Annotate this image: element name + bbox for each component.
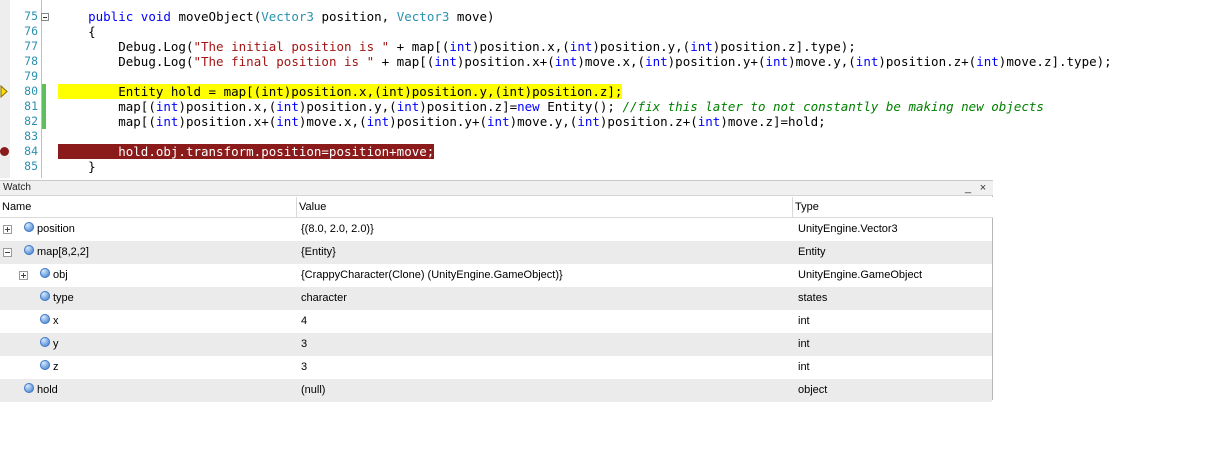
line-number: 81 xyxy=(24,99,38,113)
code-line[interactable]: 83 xyxy=(0,129,1210,144)
watch-type: int xyxy=(798,315,810,327)
line-number: 75 xyxy=(24,9,38,23)
watch-name[interactable]: x xyxy=(53,310,59,333)
line-number: 85 xyxy=(24,159,38,173)
watch-value[interactable]: (null) xyxy=(301,379,325,402)
line-number: 78 xyxy=(24,54,38,68)
code-line[interactable]: 84 hold.obj.transform.position=position+… xyxy=(0,144,1210,159)
watch-row[interactable]: type character states xyxy=(0,287,992,310)
watch-row[interactable]: z 3 int xyxy=(0,356,992,379)
line-number: 84 xyxy=(24,144,38,158)
watch-value[interactable]: {CrappyCharacter(Clone) (UnityEngine.Gam… xyxy=(301,264,563,287)
field-icon xyxy=(24,383,34,393)
watch-name[interactable]: z xyxy=(53,356,59,379)
watch-type: UnityEngine.GameObject xyxy=(798,269,923,281)
watch-title: Watch xyxy=(3,182,31,193)
watch-name[interactable]: map[8,2,2] xyxy=(37,241,89,264)
column-divider[interactable] xyxy=(792,197,793,217)
line-number: 82 xyxy=(24,114,38,128)
code-line[interactable]: 79 xyxy=(0,69,1210,84)
breakpoint-icon[interactable] xyxy=(0,147,9,156)
code-editor[interactable]: 75 public void moveObject(Vector3 positi… xyxy=(0,0,1210,178)
minimize-button[interactable]: _ xyxy=(962,181,974,195)
field-icon xyxy=(40,268,50,278)
collapse-icon[interactable] xyxy=(3,248,12,257)
code-text[interactable]: hold.obj.transform.position=position+mov… xyxy=(58,144,435,159)
column-header-name[interactable]: Name xyxy=(2,197,31,217)
column-header-type[interactable]: Type xyxy=(795,197,819,217)
code-line[interactable]: 81 map[(int)position.x,(int)position.y,(… xyxy=(0,99,1210,114)
code-line[interactable]: 77 Debug.Log("The initial position is " … xyxy=(0,39,1210,54)
field-icon xyxy=(40,360,50,370)
code-line[interactable]: 76 { xyxy=(0,24,1210,39)
column-header-bar xyxy=(0,197,993,218)
changed-line-marker xyxy=(42,114,46,129)
line-number: 79 xyxy=(24,69,38,83)
line-number: 76 xyxy=(24,24,38,38)
column-divider[interactable] xyxy=(296,197,297,217)
watch-name[interactable]: obj xyxy=(53,264,68,287)
watch-row[interactable]: x 4 int xyxy=(0,310,992,333)
code-text[interactable]: Debug.Log("The final position is " + map… xyxy=(58,54,1111,69)
watch-name[interactable]: position xyxy=(37,218,75,241)
field-icon xyxy=(24,245,34,255)
watch-type: UnityEngine.Vector3 xyxy=(798,223,898,235)
watch-name[interactable]: y xyxy=(53,333,59,356)
code-line[interactable]: 82 map[(int)position.x+(int)move.x,(int)… xyxy=(0,114,1210,129)
watch-name[interactable]: hold xyxy=(37,379,58,402)
code-text[interactable]: map[(int)position.x+(int)move.x,(int)pos… xyxy=(58,114,825,129)
code-line[interactable]: 85 } xyxy=(0,159,1210,174)
watch-window: Watch _ × Name Value Type position {(8.0,… xyxy=(0,180,993,402)
line-number: 80 xyxy=(24,84,38,98)
field-icon xyxy=(40,291,50,301)
watch-value[interactable]: 3 xyxy=(301,333,307,356)
watch-row[interactable]: y 3 int xyxy=(0,333,992,356)
watch-value[interactable]: 4 xyxy=(301,310,307,333)
watch-row[interactable]: obj {CrappyCharacter(Clone) (UnityEngine.… xyxy=(0,264,992,287)
expand-icon[interactable] xyxy=(3,225,12,234)
column-header-value[interactable]: Value xyxy=(299,197,326,217)
code-line[interactable]: 80 Entity hold = map[(int)position.x,(in… xyxy=(0,84,1210,99)
close-button[interactable]: × xyxy=(977,181,989,195)
current-statement-arrow-icon xyxy=(0,84,8,99)
collapse-region-icon[interactable] xyxy=(41,13,49,21)
watch-type: int xyxy=(798,338,810,350)
watch-row[interactable]: hold (null) object xyxy=(0,379,992,402)
code-text[interactable]: { xyxy=(58,24,96,39)
code-text[interactable]: public void moveObject(Vector3 position,… xyxy=(58,9,494,24)
field-icon xyxy=(40,337,50,347)
code-text[interactable]: Entity hold = map[(int)position.x,(int)p… xyxy=(58,84,623,99)
watch-value[interactable]: {Entity} xyxy=(301,241,336,264)
code-line[interactable]: 78 Debug.Log("The final position is " + … xyxy=(0,54,1210,69)
code-line[interactable]: 75 public void moveObject(Vector3 positi… xyxy=(0,9,1210,24)
watch-type: states xyxy=(798,292,828,304)
watch-row[interactable]: map[8,2,2] {Entity} Entity xyxy=(0,241,992,264)
line-number: 83 xyxy=(24,129,38,143)
field-icon xyxy=(40,314,50,324)
watch-type: int xyxy=(798,361,810,373)
changed-line-marker xyxy=(42,84,46,99)
watch-value[interactable]: 3 xyxy=(301,356,307,379)
code-text[interactable]: map[(int)position.x,(int)position.y,(int… xyxy=(58,99,1044,114)
code-text[interactable]: } xyxy=(58,159,96,174)
watch-type: Entity xyxy=(798,246,826,258)
watch-value[interactable]: {(8.0, 2.0, 2.0)} xyxy=(301,218,374,241)
watch-name[interactable]: type xyxy=(53,287,74,310)
watch-value[interactable]: character xyxy=(301,287,347,310)
field-icon xyxy=(24,222,34,232)
watch-title-bar: Watch _ × xyxy=(0,180,993,196)
watch-type: object xyxy=(798,384,828,396)
code-text[interactable]: Debug.Log("The initial position is " + m… xyxy=(58,39,856,54)
line-number: 77 xyxy=(24,39,38,53)
expand-icon[interactable] xyxy=(19,271,28,280)
changed-line-marker xyxy=(42,99,46,114)
watch-row[interactable]: position {(8.0, 2.0, 2.0)} UnityEngine.Vec… xyxy=(0,218,992,241)
